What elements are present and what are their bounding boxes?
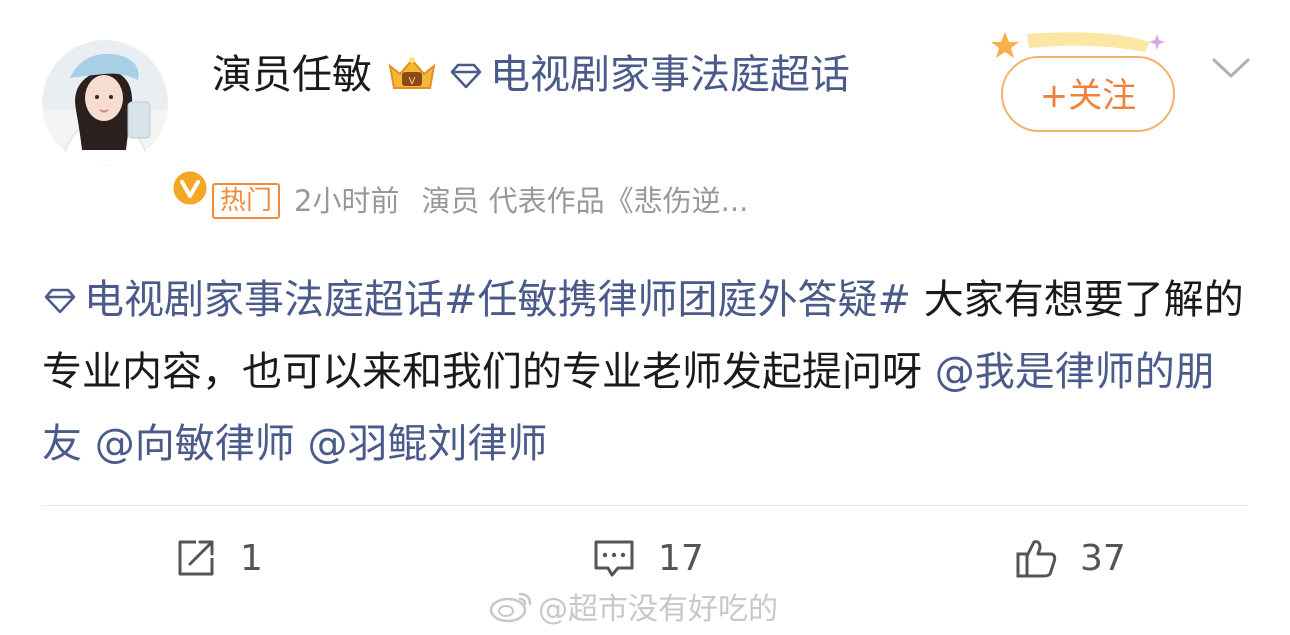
supertopic-tag-link[interactable]: 电视剧家事法庭超话	[84, 277, 444, 323]
comment-button[interactable]: 17	[592, 530, 704, 586]
chevron-down-icon[interactable]	[1210, 52, 1252, 82]
meta-line: 热门 2小时前 演员 代表作品《悲伤逆...	[212, 178, 770, 220]
diamond-icon	[450, 63, 482, 89]
repost-icon	[178, 540, 214, 576]
crown-icon[interactable]: V	[384, 54, 440, 94]
user-name[interactable]: 演员任敏	[212, 52, 372, 98]
watermark-text: @超市没有好吃的	[538, 592, 778, 627]
hot-badge: 热门	[212, 183, 281, 219]
mention-link[interactable]: @向敏律师	[95, 421, 295, 467]
post-source: 演员 代表作品《悲伤逆...	[421, 184, 749, 218]
hashtag-link[interactable]: #任敏携律师团庭外答疑#	[444, 277, 911, 323]
thumbs-up-icon	[1016, 540, 1057, 578]
supertopic-link[interactable]: 电视剧家事法庭超话	[490, 52, 850, 98]
comment-icon	[594, 540, 634, 577]
avatar[interactable]	[42, 40, 210, 208]
repost-button[interactable]: 1	[174, 530, 263, 586]
diamond-icon	[44, 288, 76, 314]
comment-count: 17	[658, 537, 704, 579]
post-header: 演员任敏 V 电视剧家事法庭超话	[212, 44, 912, 106]
like-button[interactable]: 37	[1014, 530, 1126, 586]
mention-link[interactable]: @羽鲲刘律师	[307, 421, 547, 467]
verified-badge-icon	[170, 168, 210, 208]
weibo-post: 演员任敏 V 电视剧家事法庭超话 热门 2小时前 演员 代表作品《悲伤逆... +关…	[0, 0, 1290, 635]
avatar-photo	[42, 40, 168, 166]
name-line: 演员任敏 V 电视剧家事法庭超话	[212, 44, 912, 106]
svg-text:V: V	[409, 76, 416, 87]
weibo-logo-icon	[489, 592, 532, 623]
follow-area: +关注	[985, 28, 1185, 143]
divider	[42, 505, 1248, 506]
post-time: 2小时前	[294, 184, 400, 218]
post-text: 电视剧家事法庭超话#任敏携律师团庭外答疑# 大家有想要了解的专业内容，也可以来和…	[42, 264, 1252, 480]
follow-button[interactable]: +关注	[1001, 56, 1175, 132]
like-count: 37	[1080, 537, 1126, 579]
repost-count: 1	[240, 537, 263, 579]
watermark: @超市没有好吃的	[488, 584, 778, 628]
